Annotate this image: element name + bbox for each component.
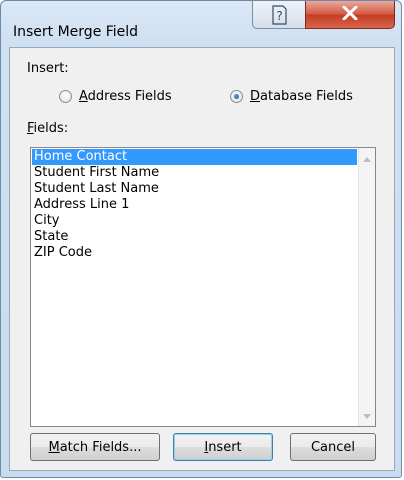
dialog-body: Insert: Address Fields Database Fields F… [9,47,395,471]
vertical-scrollbar[interactable] [358,148,375,426]
close-x-icon [341,5,359,24]
title-bar[interactable]: Insert Merge Field ? [1,1,401,45]
address-fields-label: Address Fields [79,89,172,104]
scroll-up-arrow-icon [363,151,371,166]
fields-list: Home Contact Student First Name Student … [32,149,357,261]
cancel-button[interactable]: Cancel [290,433,376,461]
question-mark-icon: ? [270,4,288,25]
list-item[interactable]: City [32,213,357,229]
list-item[interactable]: Student Last Name [32,181,357,197]
list-item[interactable]: ZIP Code [32,245,357,261]
svg-text:?: ? [276,9,282,23]
dialog-window: Insert Merge Field ? Insert: Address Fie… [0,0,402,478]
list-item[interactable]: State [32,229,357,245]
list-item[interactable]: Address Line 1 [32,197,357,213]
scroll-up-button[interactable] [359,150,375,167]
database-fields-label: Database Fields [250,89,353,104]
fields-label: Fields: [27,121,69,136]
close-button[interactable] [305,1,395,29]
radio-button-unchecked[interactable] [59,90,72,103]
fields-listbox[interactable]: Home Contact Student First Name Student … [30,147,376,427]
list-item[interactable]: Student First Name [32,165,357,181]
insert-button[interactable]: Insert [173,433,273,461]
insert-label: Insert: [27,61,69,76]
insert-button-label: Insert [204,439,242,455]
list-item[interactable]: Home Contact [32,149,357,165]
address-fields-radio[interactable]: Address Fields [59,89,172,104]
radio-button-checked[interactable] [230,90,243,103]
scroll-down-button[interactable] [359,407,375,424]
match-fields-label: Match Fields... [48,439,142,455]
help-button[interactable]: ? [252,1,306,29]
database-fields-radio[interactable]: Database Fields [230,89,353,104]
match-fields-button[interactable]: Match Fields... [30,433,160,461]
window-title: Insert Merge Field [13,24,139,40]
scroll-down-arrow-icon [363,408,371,423]
